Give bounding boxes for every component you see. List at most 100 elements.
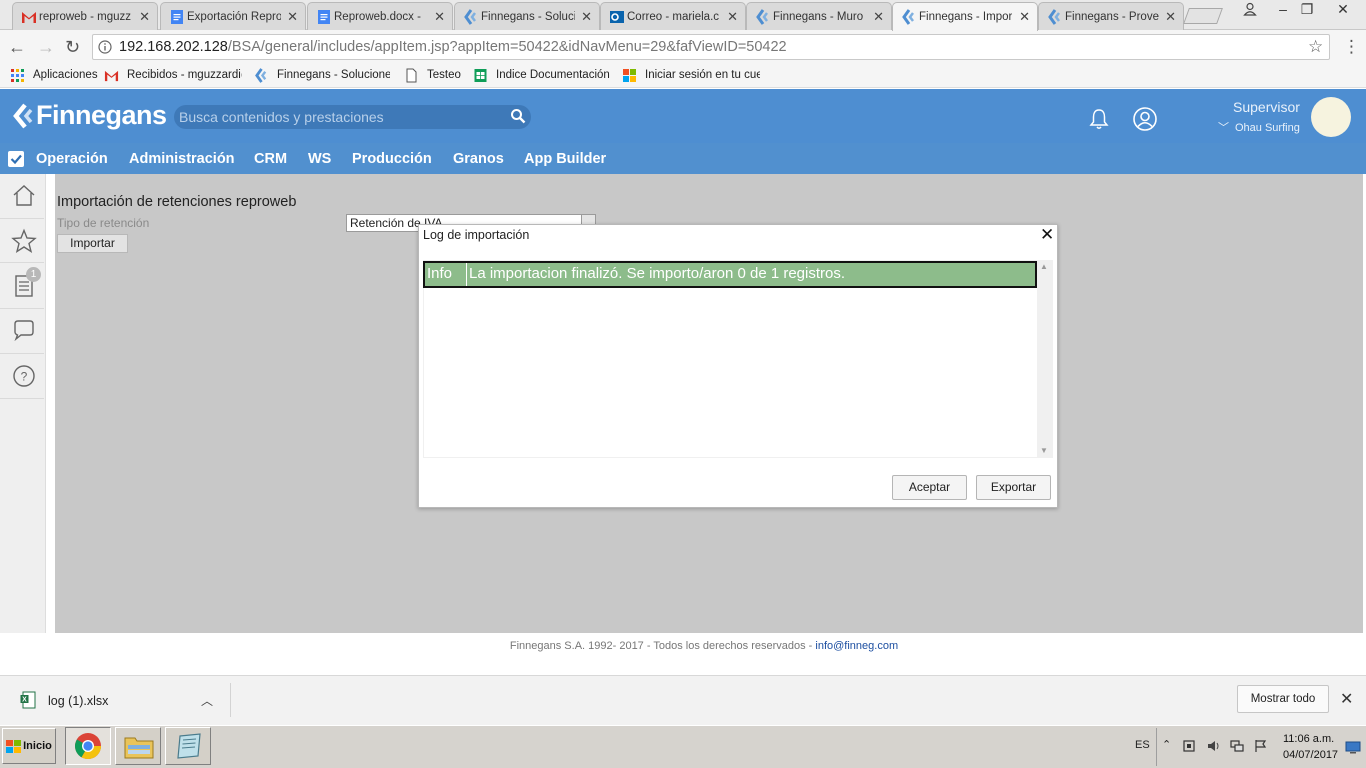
new-tab-button[interactable]: [1183, 8, 1223, 24]
bookmark-label: Recibidos - mguzzardi@: [127, 69, 242, 81]
tray-device-icon[interactable]: [1182, 739, 1196, 753]
chevron-up-icon[interactable]: ︿: [201, 692, 213, 709]
network-icon[interactable]: [1230, 739, 1244, 753]
finnegans-icon: [756, 9, 768, 25]
bookmark-item[interactable]: Aplicaciones: [10, 67, 98, 83]
bookmark-item[interactable]: Recibidos - mguzzardi@: [104, 67, 242, 83]
tray-expand-icon[interactable]: ⌃: [1162, 738, 1171, 751]
notification-bell-icon[interactable]: [1087, 107, 1111, 131]
restore-button[interactable]: ❐: [1296, 0, 1318, 20]
log-scrollbar[interactable]: [1037, 260, 1053, 458]
language-indicator[interactable]: ES: [1135, 739, 1150, 751]
browser-tab[interactable]: Correo - mariela.c ✕: [600, 2, 746, 30]
info-icon[interactable]: [98, 40, 112, 54]
tab-close-icon[interactable]: ✕: [287, 9, 298, 25]
exportar-button[interactable]: Exportar: [976, 475, 1051, 500]
tab-close-icon[interactable]: ✕: [581, 9, 592, 25]
page-title: Importación de retenciones reproweb: [57, 194, 297, 210]
tab-label: Exportación Repro: [187, 10, 281, 23]
footer-email-link[interactable]: info@finneg.com: [815, 640, 898, 652]
show-all-button[interactable]: Mostrar todo: [1237, 685, 1329, 713]
taskbar-app[interactable]: [165, 727, 211, 765]
tab-label: reproweb - mguzz: [39, 10, 132, 23]
svg-text:X: X: [22, 697, 27, 704]
menu-check-icon[interactable]: [8, 151, 24, 167]
bookmark-item[interactable]: Iniciar sesión en tu cuen: [622, 67, 760, 83]
finnegans-logo[interactable]: Finnegans: [12, 100, 167, 131]
help-icon[interactable]: ?: [11, 363, 37, 389]
favorites-star-icon[interactable]: [11, 228, 37, 254]
nav-produccion[interactable]: Producción: [352, 151, 432, 167]
nav-ws[interactable]: WS: [308, 151, 331, 167]
bookmark-item[interactable]: Testeo: [404, 67, 461, 83]
tab-close-icon[interactable]: ✕: [1165, 9, 1176, 25]
clock-time[interactable]: 11:06 a.m.: [1283, 733, 1334, 745]
company-selector[interactable]: ﹀ Ohau Surfing: [1218, 119, 1300, 135]
excel-file-icon: X: [20, 691, 36, 709]
url-host: 192.168.202.128: [119, 39, 228, 55]
close-icon[interactable]: ✕: [1040, 226, 1054, 244]
volume-icon[interactable]: [1206, 739, 1220, 753]
scroll-up-arrow-icon[interactable]: ▲: [1040, 262, 1048, 271]
user-name[interactable]: Supervisor: [1233, 99, 1300, 115]
finnegans-icon: [902, 9, 914, 25]
nav-granos[interactable]: Granos: [453, 151, 504, 167]
bookmark-label: Indice Documentación S: [496, 69, 610, 81]
tab-label: Correo - mariela.c: [627, 10, 720, 23]
log-cell-divider: [466, 263, 467, 286]
browser-tab[interactable]: reproweb - mguzz ✕: [12, 2, 158, 30]
tab-close-icon[interactable]: ✕: [139, 9, 150, 25]
tab-close-icon[interactable]: ✕: [873, 9, 884, 25]
log-list: [423, 260, 1053, 458]
bookmark-item[interactable]: Finnegans - Soluciones: [254, 67, 390, 83]
forward-icon[interactable]: →: [37, 38, 55, 56]
bookmark-item[interactable]: Indice Documentación S: [473, 67, 610, 83]
apps-grid-icon: [11, 68, 24, 82]
browser-tab[interactable]: Exportación Repro ✕: [160, 2, 306, 30]
flag-icon[interactable]: [1254, 739, 1268, 753]
avatar[interactable]: [1311, 97, 1351, 137]
tab-close-icon[interactable]: ✕: [1019, 9, 1030, 25]
browser-tab[interactable]: Finnegans - Muro ✕: [746, 2, 892, 30]
browser-tab[interactable]: Finnegans - Soluci ✕: [454, 2, 600, 30]
scroll-down-arrow-icon[interactable]: ▼: [1040, 446, 1048, 455]
outlook-icon: [610, 11, 624, 23]
browser-tab-active[interactable]: Finnegans - Impor ✕: [892, 2, 1038, 31]
browser-tab[interactable]: Finnegans - Prove ✕: [1038, 2, 1184, 30]
taskbar-chrome[interactable]: [65, 727, 111, 765]
nav-operacion[interactable]: Operación: [36, 151, 108, 167]
minimize-button[interactable]: –: [1272, 0, 1294, 20]
nav-crm[interactable]: CRM: [254, 151, 287, 167]
user-profile-icon[interactable]: [1132, 106, 1158, 132]
bookmark-star-icon[interactable]: ☆: [1308, 37, 1323, 57]
nav-administracion[interactable]: Administración: [129, 151, 235, 167]
back-icon[interactable]: ←: [8, 38, 26, 56]
clock-date[interactable]: 04/07/2017: [1283, 749, 1338, 761]
tasks-badge: 1: [26, 267, 41, 282]
profile-icon[interactable]: [1242, 1, 1258, 17]
start-button[interactable]: Inicio: [2, 728, 56, 764]
close-downloads-icon[interactable]: ✕: [1340, 689, 1353, 709]
importar-button[interactable]: Importar: [57, 234, 128, 253]
tab-close-icon[interactable]: ✕: [727, 9, 738, 25]
notebook-app-icon: [177, 733, 201, 759]
tab-close-icon[interactable]: ✕: [434, 9, 445, 25]
finnegans-icon: [1048, 9, 1060, 25]
url-path: /BSA/general/includes/appItem.jsp?appIte…: [227, 39, 787, 55]
home-icon[interactable]: [11, 183, 37, 209]
taskbar-explorer[interactable]: [115, 727, 161, 765]
bookmark-label: Aplicaciones: [33, 69, 98, 81]
close-window-button[interactable]: ✕: [1326, 0, 1360, 20]
download-file-name[interactable]: log (1).xlsx: [48, 694, 108, 708]
chat-bubble-icon[interactable]: [11, 318, 37, 344]
search-icon[interactable]: [510, 108, 526, 124]
reload-icon[interactable]: ↻: [65, 38, 80, 56]
aceptar-button[interactable]: Aceptar: [892, 475, 967, 500]
chrome-menu-icon[interactable]: ⋮: [1343, 37, 1360, 57]
browser-tab[interactable]: Reproweb.docx - ✕: [307, 2, 453, 30]
show-desktop-icon[interactable]: [1345, 740, 1361, 754]
tab-label: Finnegans - Impor: [919, 11, 1013, 23]
url-text[interactable]: 192.168.202.128/BSA/general/includes/app…: [119, 39, 787, 55]
nav-app-builder[interactable]: App Builder: [524, 151, 606, 167]
log-message: La importacion finalizó. Se importo/aron…: [469, 265, 846, 282]
